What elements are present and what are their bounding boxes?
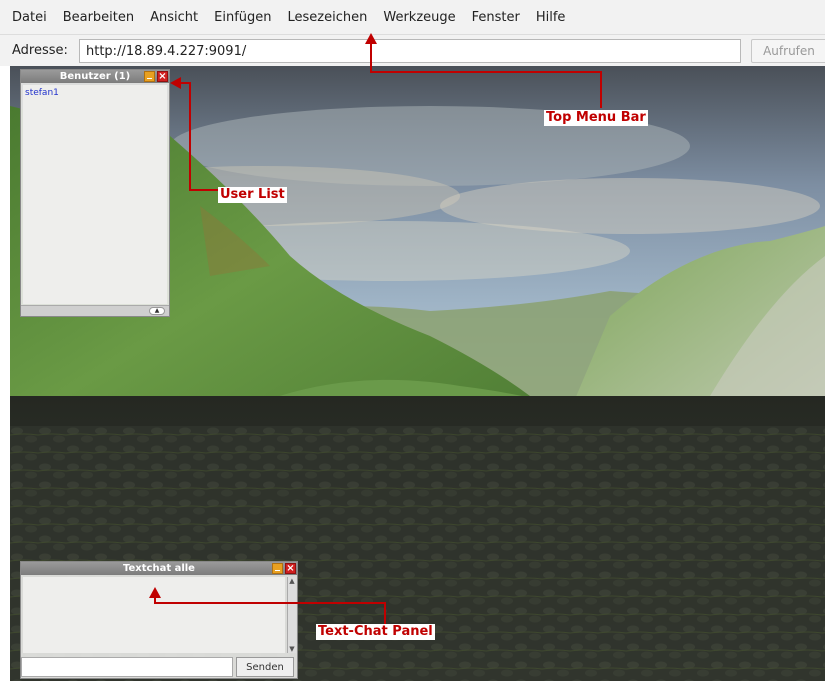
user-list-footer: ▲ [21,305,169,316]
annotation-user-list: User List [218,187,287,203]
address-bar: Adresse: Aufrufen [0,34,825,66]
chat-message-area [23,577,285,653]
menu-ansicht[interactable]: Ansicht [150,10,198,25]
user-list-window: Benutzer (1) × stefan1 ▲ [20,69,170,317]
text-chat-window: Textchat alle × ▲ ▼ Senden [20,561,298,679]
minimize-icon[interactable] [144,71,155,82]
menu-werkzeuge[interactable]: Werkzeuge [383,10,455,25]
address-input[interactable] [79,39,741,63]
send-button[interactable]: Senden [236,657,294,677]
menu-lesezeichen[interactable]: Lesezeichen [288,10,368,25]
top-menu-bar: Datei Bearbeiten Ansicht Einfügen Leseze… [0,0,825,34]
menu-fenster[interactable]: Fenster [472,10,520,25]
menu-bearbeiten[interactable]: Bearbeiten [63,10,134,25]
scroll-down-icon[interactable]: ▼ [288,645,296,653]
text-chat-titlebar[interactable]: Textchat alle [21,562,297,575]
scroll-up-icon[interactable]: ▲ [149,307,165,315]
menu-datei[interactable]: Datei [12,10,47,25]
address-label: Adresse: [12,43,68,58]
scroll-up-icon[interactable]: ▲ [288,577,296,585]
close-icon[interactable]: × [285,563,296,574]
annotation-text-chat-panel: Text-Chat Panel [316,624,435,640]
chat-scrollbar[interactable]: ▲ ▼ [287,577,296,653]
user-entry[interactable]: stefan1 [25,88,59,98]
go-button[interactable]: Aufrufen [751,39,825,63]
user-list-title: Benutzer (1) [59,71,131,82]
minimize-icon[interactable] [272,563,283,574]
chat-input[interactable] [21,657,233,677]
menu-hilfe[interactable]: Hilfe [536,10,566,25]
text-chat-title: Textchat alle [123,563,195,574]
close-icon[interactable]: × [157,71,168,82]
annotation-top-menu-bar: Top Menu Bar [544,110,648,126]
user-list-body: stefan1 [23,85,167,304]
menu-einfuegen[interactable]: Einfügen [214,10,271,25]
